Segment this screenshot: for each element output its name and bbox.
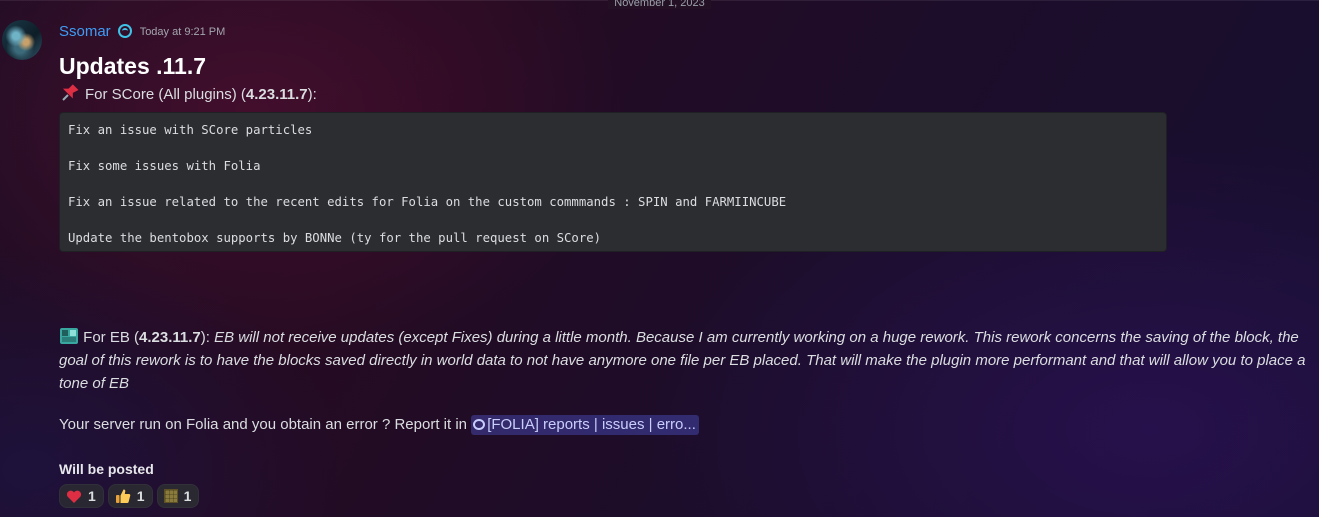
message-title: Updates .11.7 <box>59 53 207 79</box>
code-line: Fix an issue related to the recent edits… <box>68 195 787 209</box>
score-section-suffix: ): <box>307 86 317 103</box>
code-line: Fix some issues with Folia <box>68 159 261 173</box>
date-divider: November 1, 2023 <box>0 0 1319 9</box>
eb-block-icon <box>59 327 79 345</box>
score-version: 4.23.11.7 <box>245 86 308 103</box>
channel-mention-label: [FOLIA] reports | issues | erro... <box>487 416 696 433</box>
eb-section-suffix: ): <box>200 329 215 346</box>
eb-version: 4.23.11.7 <box>139 329 201 346</box>
reaction-block[interactable]: 1 <box>156 484 200 508</box>
nitro-badge-icon[interactable] <box>117 24 132 38</box>
heart-icon <box>66 489 82 503</box>
code-line: Fix an issue with SCore particles <box>68 123 313 137</box>
date-divider-label: November 1, 2023 <box>608 0 711 9</box>
message-header: Ssomar Today at 9:21 PM <box>59 21 225 41</box>
message-timestamp[interactable]: Today at 9:21 PM <box>140 26 226 38</box>
block-icon <box>163 489 178 503</box>
code-line: Update the bentobox supports by BONNe (t… <box>68 231 602 245</box>
code-block: Fix an issue with SCore particles Fix so… <box>59 112 1167 252</box>
author-username[interactable]: Ssomar <box>59 23 111 40</box>
eb-section-paragraph: For EB (4.23.11.7): EB will not receive … <box>59 326 1309 395</box>
avatar[interactable] <box>2 20 42 60</box>
eb-section-prefix: For EB ( <box>83 329 140 346</box>
reaction-count: 1 <box>88 488 96 504</box>
eb-announcement-text: EB will not receive updates (except Fixe… <box>59 329 1306 392</box>
reaction-thumbs-up[interactable]: 1 <box>107 484 153 508</box>
reaction-heart[interactable]: 1 <box>59 484 104 508</box>
channel-mention-link[interactable]: [FOLIA] reports | issues | erro... <box>471 415 699 435</box>
thumbs-up-icon <box>115 488 131 504</box>
report-text: Your server run on Folia and you obtain … <box>59 416 472 433</box>
score-section-prefix: For SCore (All plugins) ( <box>85 86 246 103</box>
posted-label: Will be posted <box>59 461 154 477</box>
score-section-line: For SCore (All plugins) (4.23.11.7): <box>59 82 1309 106</box>
reaction-count: 1 <box>136 488 145 504</box>
pushpin-icon <box>59 82 81 102</box>
message-content: Updates .11.7 For SCore (All plugins) (4… <box>59 50 1309 508</box>
report-line: Your server run on Folia and you obtain … <box>59 414 699 436</box>
thread-icon <box>473 419 486 430</box>
reaction-count: 1 <box>183 488 192 504</box>
reactions-bar: 1 1 1 <box>59 484 200 508</box>
